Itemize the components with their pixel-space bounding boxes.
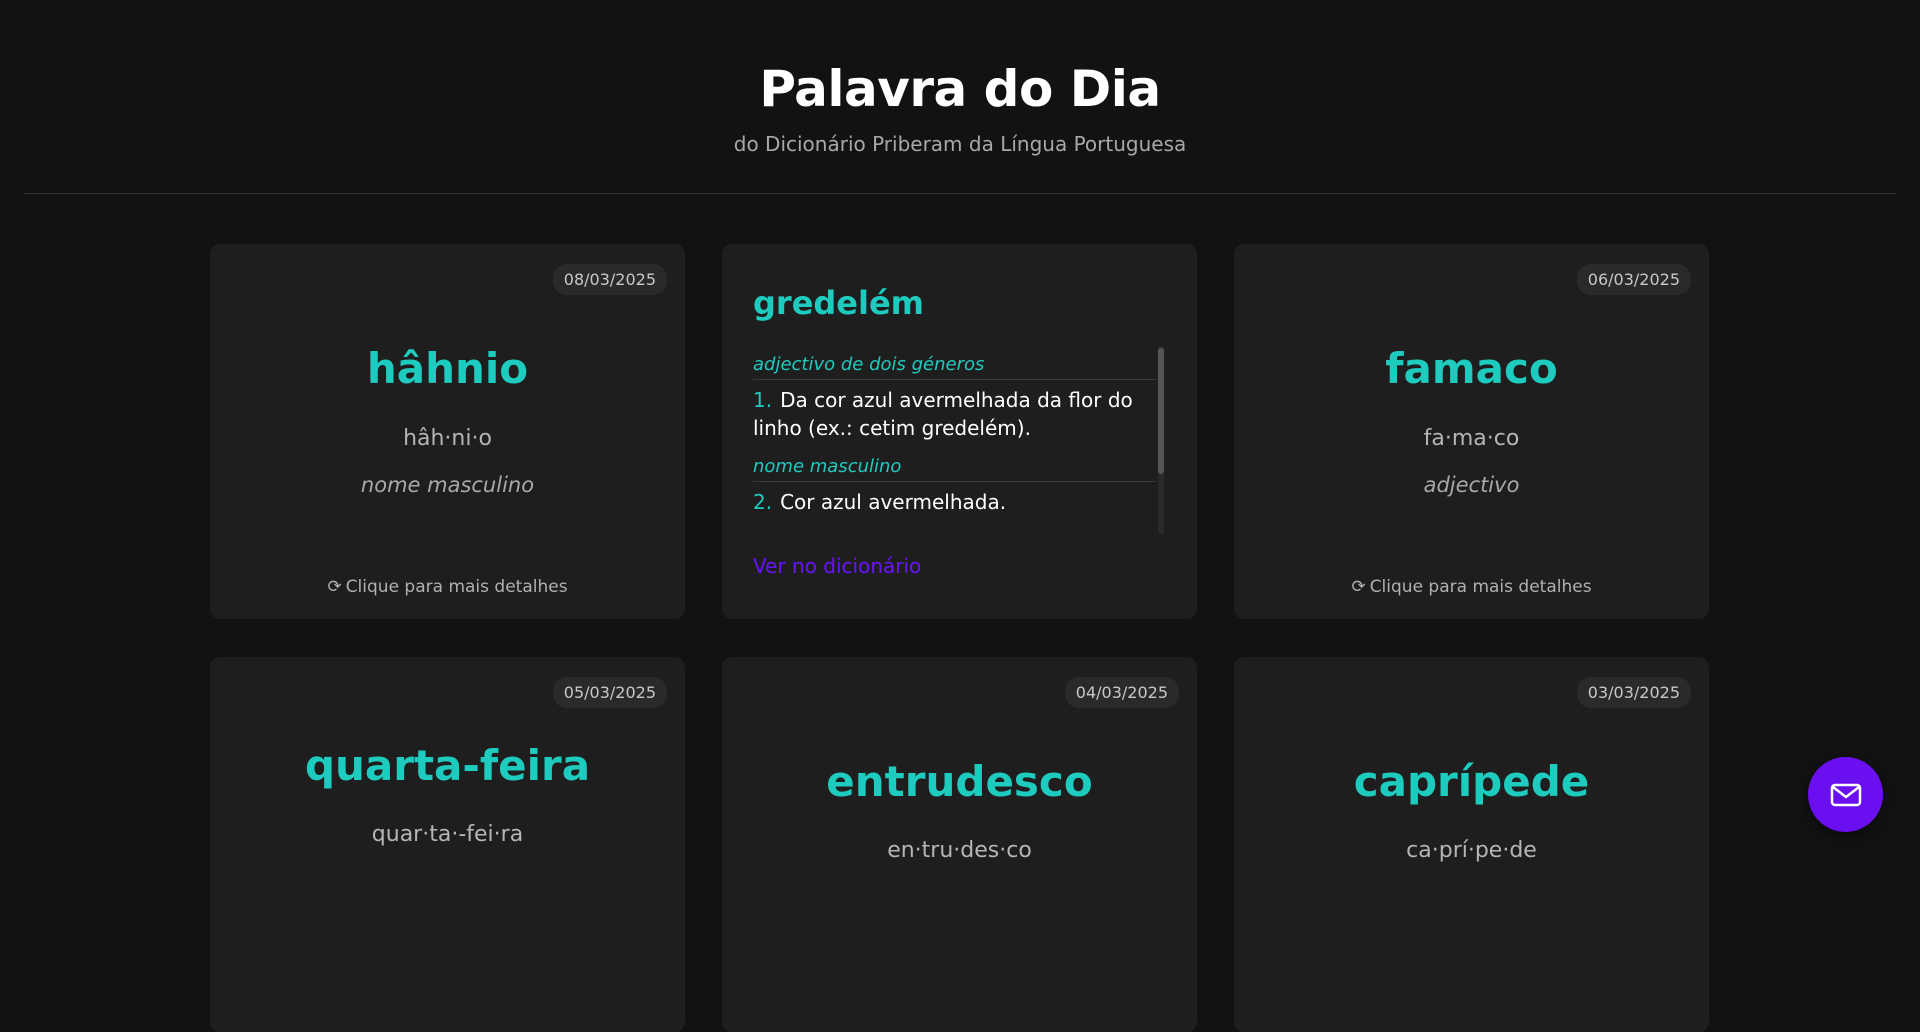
- word-title: caprípede: [1353, 757, 1590, 806]
- word-class: adjectivo: [1423, 473, 1520, 497]
- details-hint[interactable]: ⟳ Clique para mais detalhes: [1234, 577, 1709, 597]
- scrollbar-thumb[interactable]: [1158, 348, 1164, 474]
- word-syllables: hâh·ni·o: [403, 426, 492, 451]
- definitions-list[interactable]: adjectivo de dois géneros 1. Da cor azul …: [753, 346, 1156, 534]
- definition-class: adjectivo de dois géneros: [753, 346, 1156, 380]
- word-title: famaco: [1385, 344, 1558, 393]
- date-badge: 03/03/2025: [1576, 677, 1691, 708]
- word-card[interactable]: 08/03/2025 hâhnio hâh·ni·o nome masculin…: [210, 244, 685, 619]
- word-title: gredelém: [753, 284, 925, 322]
- word-title: quarta-feira: [304, 741, 591, 790]
- word-syllables: ca·prí·pe·de: [1406, 838, 1537, 863]
- date-badge: 06/03/2025: [1576, 264, 1691, 295]
- date-badge: 04/03/2025: [1064, 677, 1179, 708]
- definition-item: 2. Cor azul avermelhada.: [753, 482, 1156, 522]
- word-syllables: fa·ma·co: [1423, 426, 1520, 451]
- refresh-icon: ⟳: [1351, 577, 1366, 597]
- date-badge: 05/03/2025: [552, 677, 667, 708]
- dictionary-link[interactable]: Ver no dicionário: [753, 554, 921, 578]
- page-header: Palavra do Dia do Dicionário Priberam da…: [0, 0, 1920, 156]
- definition-text: Da cor azul avermelhada da flor do linho…: [753, 388, 1133, 440]
- word-syllables: en·tru·des·co: [887, 838, 1032, 863]
- definition-class: nome masculino: [753, 448, 1156, 482]
- header-divider: [24, 193, 1896, 194]
- word-card-flipped[interactable]: gredelém adjectivo de dois géneros 1. Da …: [722, 244, 1197, 619]
- word-syllables: quar·ta·-fei·ra: [371, 822, 524, 847]
- definition-item: 1. Da cor azul avermelhada da flor do lin…: [753, 380, 1156, 448]
- word-title: entrudesco: [826, 757, 1093, 806]
- word-card[interactable]: 04/03/2025 entrudesco en·tru·des·co: [722, 657, 1197, 1032]
- page-subtitle: do Dicionário Priberam da Língua Portugu…: [733, 132, 1187, 156]
- word-card[interactable]: 06/03/2025 famaco fa·ma·co adjectivo ⟳ Cl…: [1234, 244, 1709, 619]
- definition-number: 1.: [753, 388, 773, 412]
- mail-icon: [1830, 783, 1861, 806]
- page-title: Palavra do Dia: [759, 60, 1161, 118]
- refresh-icon: ⟳: [327, 577, 342, 597]
- definition-text: Cor azul avermelhada.: [780, 490, 1007, 514]
- date-badge: 08/03/2025: [552, 264, 667, 295]
- details-hint-label: Clique para mais detalhes: [345, 577, 568, 597]
- definitions-scrollbar[interactable]: [1158, 346, 1164, 534]
- details-hint-label: Clique para mais detalhes: [1369, 577, 1592, 597]
- contact-button[interactable]: [1808, 757, 1883, 832]
- word-card[interactable]: 05/03/2025 quarta-feira quar·ta·-fei·ra: [210, 657, 685, 1032]
- word-card[interactable]: 03/03/2025 caprípede ca·prí·pe·de: [1234, 657, 1709, 1032]
- word-title: hâhnio: [366, 344, 529, 393]
- details-hint[interactable]: ⟳ Clique para mais detalhes: [210, 577, 685, 597]
- definition-number: 2.: [753, 490, 773, 514]
- word-class: nome masculino: [360, 473, 535, 497]
